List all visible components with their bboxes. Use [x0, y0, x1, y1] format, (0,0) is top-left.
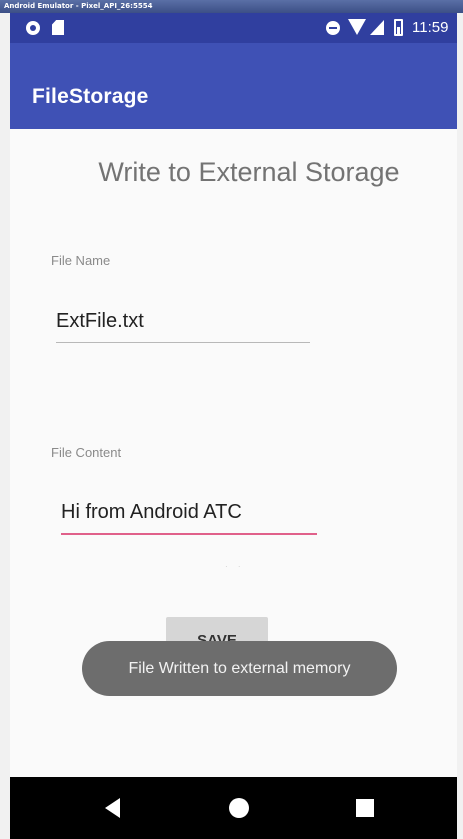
emulator-window-title: Android Emulator - Pixel_API_26:5554: [0, 0, 463, 13]
status-bar: 11:59: [10, 13, 457, 43]
battery-icon: [394, 19, 403, 36]
notification-icon: [26, 21, 40, 35]
back-icon[interactable]: [105, 798, 120, 818]
emulator-frame-right: [457, 13, 463, 839]
app-title: FileStorage: [32, 85, 149, 108]
sd-card-icon: [52, 20, 64, 35]
page-title: Write to External Storage: [98, 157, 400, 187]
navigation-bar: [10, 777, 457, 839]
toast-message: File Written to external memory: [82, 641, 397, 696]
cell-signal-icon: [370, 20, 384, 35]
emulator-frame-left: [0, 13, 10, 839]
emulator-screen: Android Emulator - Pixel_API_26:5554 11:…: [0, 0, 463, 839]
status-time: 11:59: [412, 19, 449, 36]
recents-icon[interactable]: [356, 799, 374, 817]
home-icon[interactable]: [229, 798, 249, 818]
app-bar: FileStorage: [10, 43, 457, 129]
do-not-disturb-icon: [326, 21, 340, 35]
file-content-input[interactable]: Hi from Android ATC: [61, 501, 317, 535]
file-content-label: File Content: [51, 445, 122, 460]
main-content: Write to External Storage File Name ExtF…: [10, 129, 457, 777]
wifi-icon: [348, 19, 366, 35]
ink-specks: · ·: [225, 562, 245, 571]
file-name-input[interactable]: ExtFile.txt: [56, 310, 310, 343]
file-name-label: File Name: [51, 253, 111, 268]
